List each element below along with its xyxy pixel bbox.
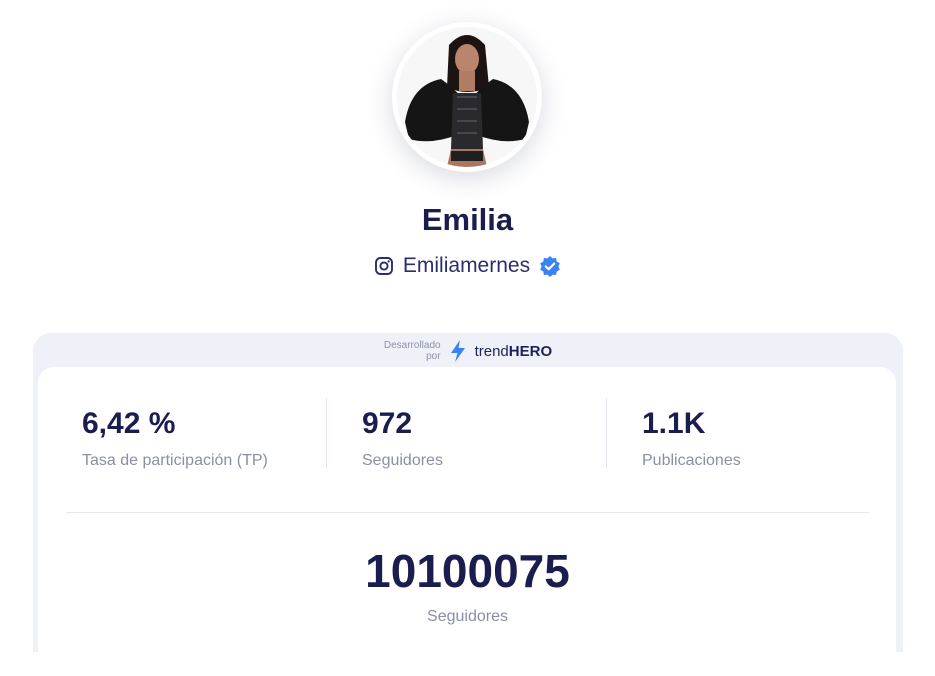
powered-by-text: Desarrollado por (383, 340, 441, 362)
instagram-icon (374, 256, 394, 276)
followers-count: 10100075 (365, 545, 570, 597)
page-bottom (0, 652, 935, 676)
stat-label: Publicaciones (642, 452, 741, 469)
profile-handle[interactable]: Emiliamernes (403, 252, 530, 280)
stat-label: Seguidores (362, 452, 443, 469)
profile-name: Emilia (421, 202, 514, 237)
profile-avatar-frame (392, 22, 542, 172)
stat-value: 1.1K (642, 407, 706, 440)
bolt-icon (449, 339, 467, 363)
powered-by[interactable]: Desarrollado por trendHERO (33, 339, 903, 363)
stat-divider (326, 398, 327, 468)
followers-total: 10100075 Seguidores (0, 544, 935, 626)
stat-value: 6,42 % (82, 407, 176, 440)
stat-followers: 972 Seguidores (362, 405, 443, 470)
section-divider (66, 512, 869, 513)
verified-badge-icon (539, 255, 561, 277)
stat-value: 972 (362, 407, 413, 440)
stat-posts: 1.1K Publicaciones (642, 405, 741, 470)
trendhero-logo: trendHERO (474, 342, 553, 360)
stat-divider (606, 398, 607, 468)
followers-label: Seguidores (427, 608, 508, 625)
stat-label: Tasa de participación (TP) (82, 452, 268, 469)
stat-engagement-rate: 6,42 % Tasa de participación (TP) (82, 405, 268, 470)
profile-handle-row[interactable]: Emiliamernes (0, 252, 935, 280)
avatar (397, 27, 537, 167)
